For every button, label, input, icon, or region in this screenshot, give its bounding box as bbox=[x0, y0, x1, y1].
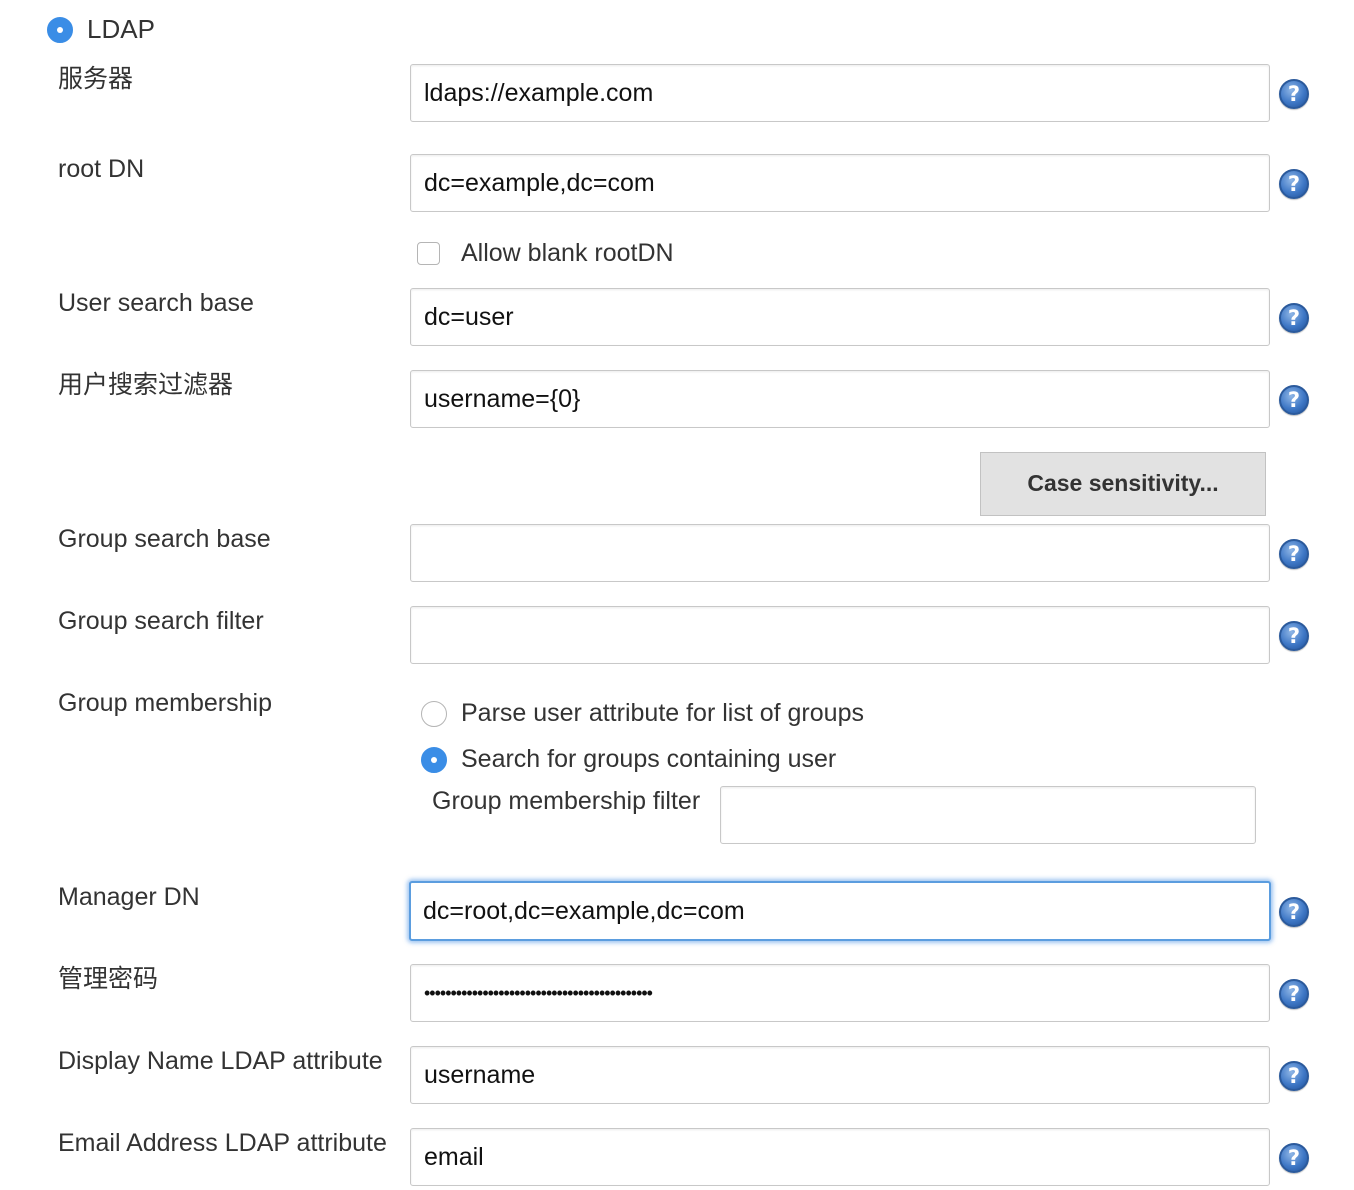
manager-password-label: 管理密码 bbox=[58, 965, 159, 993]
server-input[interactable]: ldaps://example.com bbox=[410, 64, 1270, 122]
display-name-attr-label: Display Name LDAP attribute bbox=[58, 1047, 383, 1075]
email-attr-input[interactable]: email bbox=[410, 1128, 1270, 1186]
help-icon-display-name-attr[interactable]: ? bbox=[1279, 1061, 1309, 1091]
search-groups-radio[interactable] bbox=[421, 747, 447, 773]
user-search-base-label: User search base bbox=[58, 289, 254, 317]
ldap-label: LDAP bbox=[87, 14, 155, 44]
parse-user-attribute-label[interactable]: Parse user attribute for list of groups bbox=[461, 698, 864, 728]
group-search-base-label: Group search base bbox=[58, 525, 271, 553]
group-search-base-input[interactable] bbox=[410, 524, 1270, 582]
manager-password-input[interactable]: ••••••••••••••••••••••••••••••••••••••••… bbox=[410, 964, 1270, 1022]
group-search-filter-input[interactable] bbox=[410, 606, 1270, 664]
help-icon-user-search-filter[interactable]: ? bbox=[1279, 385, 1309, 415]
user-search-filter-input[interactable]: username={0} bbox=[410, 370, 1270, 428]
display-name-attr-input[interactable]: username bbox=[410, 1046, 1270, 1104]
root-dn-label: root DN bbox=[58, 155, 145, 183]
help-icon-manager-password[interactable]: ? bbox=[1279, 979, 1309, 1009]
ldap-radio[interactable] bbox=[47, 17, 73, 43]
group-membership-filter-label: Group membership filter bbox=[432, 787, 701, 815]
help-icon-manager-dn[interactable]: ? bbox=[1279, 897, 1309, 927]
help-icon-email-attr[interactable]: ? bbox=[1279, 1143, 1309, 1173]
case-sensitivity-button[interactable]: Case sensitivity... bbox=[980, 452, 1266, 516]
group-membership-label: Group membership bbox=[58, 689, 272, 717]
help-icon-server[interactable]: ? bbox=[1279, 79, 1309, 109]
search-groups-label[interactable]: Search for groups containing user bbox=[461, 744, 836, 774]
help-icon-group-search-filter[interactable]: ? bbox=[1279, 621, 1309, 651]
allow-blank-rootdn-label[interactable]: Allow blank rootDN bbox=[461, 238, 674, 268]
email-attr-label: Email Address LDAP attribute bbox=[58, 1129, 387, 1157]
manager-dn-input[interactable]: dc=root,dc=example,dc=com bbox=[409, 881, 1271, 941]
manager-dn-label: Manager DN bbox=[58, 883, 200, 911]
root-dn-input[interactable]: dc=example,dc=com bbox=[410, 154, 1270, 212]
group-membership-filter-input[interactable] bbox=[720, 786, 1256, 844]
user-search-filter-label: 用户搜索过滤器 bbox=[58, 371, 234, 399]
help-icon-group-search-base[interactable]: ? bbox=[1279, 539, 1309, 569]
user-search-base-input[interactable]: dc=user bbox=[410, 288, 1270, 346]
group-search-filter-label: Group search filter bbox=[58, 607, 264, 635]
help-icon-root-dn[interactable]: ? bbox=[1279, 169, 1309, 199]
help-icon-user-search-base[interactable]: ? bbox=[1279, 303, 1309, 333]
allow-blank-rootdn-checkbox[interactable] bbox=[417, 242, 440, 265]
parse-user-attribute-radio[interactable] bbox=[421, 701, 447, 727]
server-label: 服务器 bbox=[58, 65, 134, 93]
